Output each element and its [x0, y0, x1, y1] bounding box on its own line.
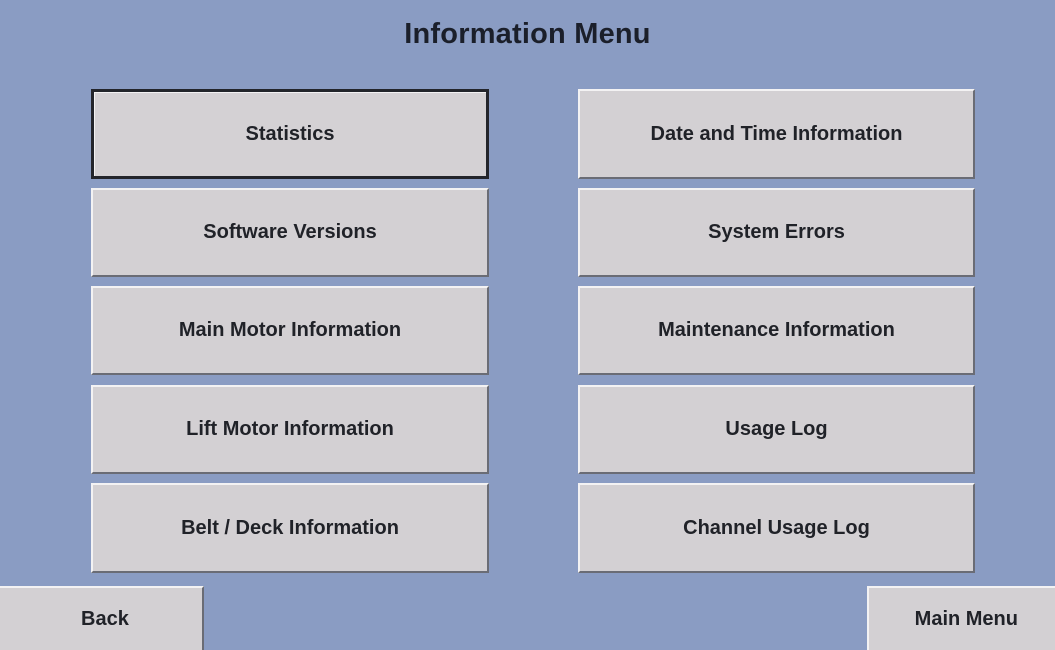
statistics-button-label: Statistics [245, 122, 335, 145]
channel-usage-log-button[interactable]: Channel Usage Log [578, 483, 975, 573]
main-motor-information-button-label: Main Motor Information [178, 319, 402, 341]
system-errors-button[interactable]: System Errors [578, 188, 975, 277]
usage-log-button-label: Usage Log [725, 418, 828, 440]
software-versions-button[interactable]: Software Versions [91, 188, 489, 277]
page-title: Information Menu [404, 18, 651, 50]
system-errors-button-label: System Errors [708, 221, 845, 243]
back-button-label: Back [81, 607, 129, 630]
lift-motor-information-button[interactable]: Lift Motor Information [91, 385, 489, 474]
usage-log-button[interactable]: Usage Log [578, 385, 975, 474]
lift-motor-information-button-label: Lift Motor Information [186, 418, 394, 440]
back-button[interactable]: Back [0, 586, 204, 650]
channel-usage-log-button-label: Channel Usage Log [683, 516, 870, 539]
date-time-information-button-label: Date and Time Information [650, 122, 903, 145]
date-time-information-button[interactable]: Date and Time Information [578, 89, 975, 179]
statistics-button[interactable]: Statistics [91, 89, 489, 179]
maintenance-information-button[interactable]: Maintenance Information [578, 286, 975, 375]
maintenance-information-button-label: Maintenance Information [658, 319, 895, 341]
main-motor-information-button[interactable]: Main Motor Information [91, 286, 489, 375]
belt-deck-information-button[interactable]: Belt / Deck Information [91, 483, 489, 573]
main-menu-button-label: Main Menu [914, 607, 1018, 630]
software-versions-button-label: Software Versions [203, 221, 377, 243]
belt-deck-information-button-label: Belt / Deck Information [181, 516, 399, 539]
information-menu-screen: Information Menu Statistics Software Ver… [0, 0, 1055, 650]
main-menu-button[interactable]: Main Menu [867, 586, 1055, 650]
